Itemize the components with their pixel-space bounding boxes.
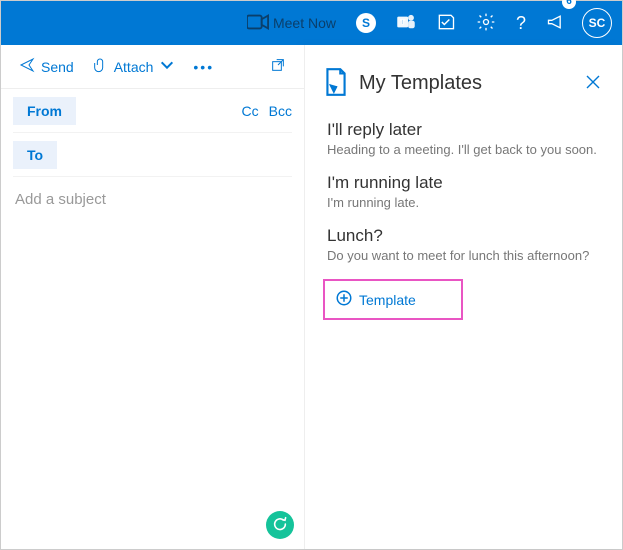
popout-icon (270, 57, 286, 76)
templates-icon (323, 67, 349, 100)
template-title: Lunch? (327, 226, 604, 246)
compose-command-bar: Send Attach ••• (1, 45, 304, 89)
more-actions-button[interactable]: ••• (187, 55, 220, 79)
bcc-button[interactable]: Bcc (269, 103, 292, 119)
attach-button[interactable]: Attach (86, 53, 182, 80)
skype-icon: S (356, 13, 376, 33)
gear-icon (476, 12, 496, 35)
notification-badge: 6 (562, 0, 576, 9)
teams-button[interactable]: T (392, 1, 420, 45)
help-icon: ? (516, 13, 526, 34)
close-panel-button[interactable] (582, 71, 604, 96)
panel-title: My Templates (359, 72, 482, 95)
plus-circle-icon (335, 289, 353, 310)
close-icon (586, 76, 600, 92)
video-icon (247, 14, 269, 33)
template-body: I'm running late. (327, 195, 604, 210)
todo-icon (436, 12, 456, 35)
cc-button[interactable]: Cc (242, 103, 259, 119)
send-label: Send (41, 59, 74, 75)
send-button[interactable]: Send (13, 53, 80, 80)
chevron-down-icon (159, 57, 175, 76)
template-title: I'll reply later (327, 120, 604, 140)
my-templates-panel: My Templates I'll reply later Heading to… (304, 45, 622, 549)
help-button[interactable]: ? (512, 1, 530, 45)
to-input[interactable] (67, 146, 292, 163)
grammarly-button[interactable] (266, 511, 294, 539)
settings-button[interactable] (472, 1, 500, 45)
subject-input[interactable] (13, 190, 292, 209)
ellipsis-icon: ••• (193, 59, 214, 75)
add-template-label: Template (359, 292, 416, 308)
subject-row (13, 177, 292, 221)
announcements-button[interactable]: 6 (542, 1, 570, 45)
popout-button[interactable] (264, 53, 292, 80)
template-item[interactable]: Lunch? Do you want to meet for lunch thi… (327, 220, 604, 273)
skype-button[interactable]: S (352, 1, 380, 45)
avatar-initials: SC (589, 16, 606, 30)
template-title: I'm running late (327, 173, 604, 193)
template-body: Do you want to meet for lunch this after… (327, 248, 604, 263)
todo-button[interactable] (432, 1, 460, 45)
to-button[interactable]: To (13, 141, 57, 169)
send-icon (19, 57, 35, 76)
from-row: From Cc Bcc (13, 89, 292, 133)
template-body: Heading to a meeting. I'll get back to y… (327, 142, 604, 157)
megaphone-icon (546, 12, 566, 35)
template-item[interactable]: I'm running late I'm running late. (327, 167, 604, 220)
from-button[interactable]: From (13, 97, 76, 125)
compose-pane: Send Attach ••• From Cc Bcc (1, 45, 304, 549)
meet-now-button[interactable]: Meet Now (243, 1, 340, 45)
template-item[interactable]: I'll reply later Heading to a meeting. I… (327, 114, 604, 167)
app-topbar: Meet Now S T ? 6 SC (1, 1, 622, 45)
attach-icon (92, 57, 108, 76)
account-avatar[interactable]: SC (582, 8, 612, 38)
add-template-button[interactable]: Template (323, 279, 463, 320)
teams-icon: T (396, 12, 416, 35)
meet-now-label: Meet Now (273, 15, 336, 31)
template-list: I'll reply later Heading to a meeting. I… (305, 114, 622, 273)
grammarly-icon (272, 516, 288, 535)
to-row: To (13, 133, 292, 177)
svg-text:T: T (400, 17, 405, 26)
attach-label: Attach (114, 59, 154, 75)
